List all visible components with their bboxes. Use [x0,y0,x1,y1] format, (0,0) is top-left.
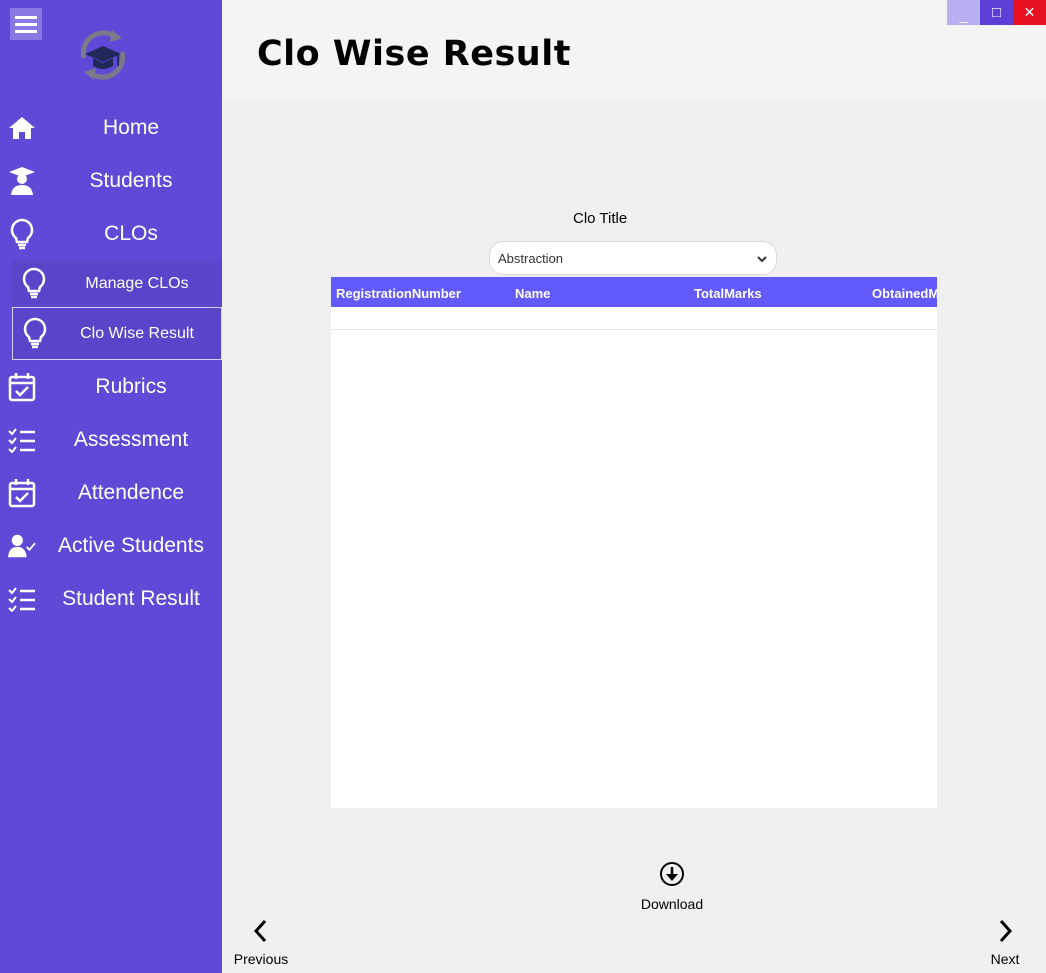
dropdown-selected-value: Abstraction [498,251,564,266]
user-check-icon [8,531,36,561]
sidebar-item-label: Assessment [73,428,189,451]
chevron-left-icon [251,918,271,949]
hamburger-menu-button[interactable] [10,8,42,40]
chevron-right-icon [995,918,1015,949]
sidebar-item-label: CLOs [104,222,158,245]
previous-label: Previous [233,951,289,967]
download-button[interactable]: Download [636,861,708,912]
download-icon [659,861,685,892]
column-header-total-marks[interactable]: TotalMarks [694,286,762,301]
column-header-registration-number[interactable]: RegistrationNumber [336,286,461,301]
calendar-check-icon [8,478,36,508]
sidebar-item-label: Home [102,116,160,139]
download-label: Download [640,896,704,912]
lightbulb-icon [21,317,49,351]
column-header-name[interactable]: Name [515,286,550,301]
sidebar-subitem-clo-wise-result[interactable]: Clo Wise Result [12,307,222,360]
sidebar-item-label: Active Students [58,534,204,557]
sidebar-item-active-students[interactable]: Active Students [0,521,222,571]
sidebar: Home Students CLOs Manage CLOs Clo Wise … [0,0,222,973]
lightbulb-icon [8,218,36,250]
checklist-icon [8,584,36,614]
grid-header: RegistrationNumber Name TotalMarks Obtai… [331,277,937,307]
page-header: Clo Wise Result [222,0,1046,100]
sidebar-item-label: Students [89,169,173,192]
close-button[interactable]: ✕ [1013,0,1046,25]
checklist-icon [8,425,36,455]
page-title: Clo Wise Result [257,34,571,74]
maximize-icon: □ [991,4,1002,21]
sidebar-item-rubrics[interactable]: Rubrics [0,362,222,412]
maximize-button[interactable]: □ [980,0,1013,25]
results-grid[interactable]: RegistrationNumber Name TotalMarks Obtai… [331,277,937,808]
sidebar-item-label: Manage CLOs [85,275,189,292]
calendar-check-icon [8,372,36,402]
next-button[interactable]: Next [982,918,1028,967]
column-header-obtained-marks[interactable]: ObtainedM [872,286,937,301]
next-label: Next [990,951,1020,967]
sidebar-item-attendence[interactable]: Attendence [0,468,222,518]
sidebar-item-assessment[interactable]: Assessment [0,415,222,465]
close-icon: ✕ [1023,4,1036,20]
sidebar-item-label: Student Result [62,587,200,610]
sidebar-item-student-result[interactable]: Student Result [0,574,222,624]
sidebar-subitem-manage-clos[interactable]: Manage CLOs [12,261,222,307]
minimize-button[interactable]: _ [947,0,980,25]
clo-title-label: Clo Title [573,210,628,227]
previous-button[interactable]: Previous [230,918,292,967]
sidebar-item-label: Clo Wise Result [80,324,194,342]
student-icon [8,166,36,196]
chevron-down-icon [756,252,768,270]
clo-title-dropdown[interactable]: Abstraction [489,241,777,275]
app-logo [74,26,132,84]
sidebar-item-students[interactable]: Students [0,156,222,206]
sidebar-item-home[interactable]: Home [0,103,222,153]
sidebar-item-clos[interactable]: CLOs [0,209,222,259]
table-row[interactable] [331,307,937,330]
sidebar-item-label: Attendence [77,481,185,504]
home-icon [8,113,36,143]
sidebar-item-label: Rubrics [95,375,167,398]
lightbulb-icon [20,267,48,301]
minimize-icon: _ [959,6,968,23]
